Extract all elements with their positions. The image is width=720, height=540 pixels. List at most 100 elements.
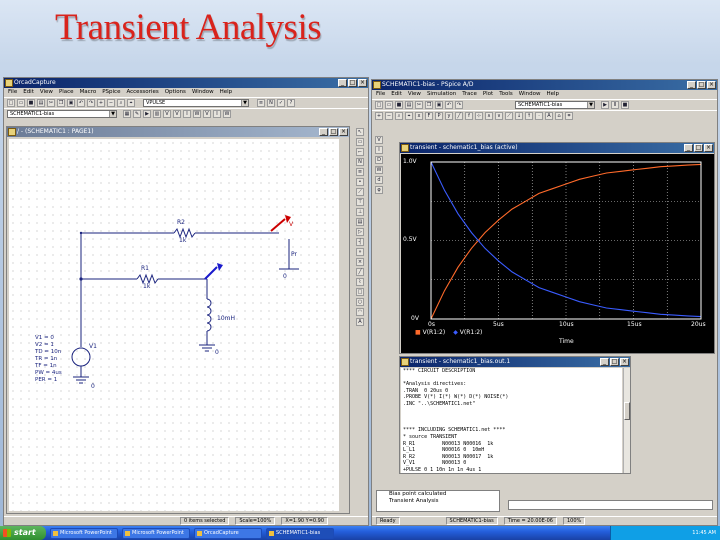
minimize-button[interactable]: _ xyxy=(600,358,609,366)
save-icon[interactable]: ■ xyxy=(27,99,35,107)
maximize-button[interactable]: □ xyxy=(694,144,703,152)
run-icon[interactable]: ▶ xyxy=(601,101,609,109)
part-combo[interactable]: VPULSE ▼ xyxy=(143,99,249,107)
menu-help[interactable]: Help xyxy=(546,90,559,99)
plot-titlebar[interactable]: transient - schematic1_bias (active) _ □… xyxy=(400,143,714,153)
marker-current-icon[interactable]: I xyxy=(375,146,383,154)
marker-diff-icon[interactable]: D xyxy=(375,156,383,164)
undo-icon[interactable]: ↶ xyxy=(445,101,453,109)
menu-place[interactable]: Place xyxy=(59,88,74,97)
print-icon[interactable]: ▤ xyxy=(405,101,413,109)
marker-db-icon[interactable]: d xyxy=(375,176,383,184)
marker-phase-icon[interactable]: φ xyxy=(375,186,383,194)
v1-source-symbol[interactable] xyxy=(71,347,91,367)
place-junction-icon[interactable]: • xyxy=(356,178,364,186)
place-power-icon[interactable]: ⊤ xyxy=(356,198,364,206)
copy-icon[interactable]: ❐ xyxy=(425,101,433,109)
edit-profile-icon[interactable]: ✎ xyxy=(133,110,141,118)
zoom-fit-icon[interactable]: ⌖ xyxy=(405,112,413,120)
place-bus-entry-icon[interactable]: ⟋ xyxy=(356,188,364,196)
marker-power-icon[interactable]: W xyxy=(375,166,383,174)
place-wire-icon[interactable]: ⌐ xyxy=(356,148,364,156)
undo-icon[interactable]: ↶ xyxy=(77,99,85,107)
place-ground-icon[interactable]: ⊥ xyxy=(356,208,364,216)
zoom-area-icon[interactable]: ⌕ xyxy=(395,112,403,120)
place-hier-block-icon[interactable]: ▤ xyxy=(356,218,364,226)
place-line-icon[interactable]: ╱ xyxy=(356,268,364,276)
save-icon[interactable]: ■ xyxy=(395,101,403,109)
schematic-canvas[interactable]: R2 1k R1 1k V1 10mH V Pr 0 0 0 V1 = 0 V2… xyxy=(9,139,339,511)
menu-trace[interactable]: Trace xyxy=(462,90,477,99)
place-polyline-icon[interactable]: ⌇ xyxy=(356,278,364,286)
chevron-down-icon[interactable]: ▼ xyxy=(241,100,248,106)
menu-view[interactable]: View xyxy=(408,90,421,99)
place-rectangle-icon[interactable]: □ xyxy=(356,288,364,296)
close-button[interactable]: × xyxy=(704,144,713,152)
bias-w-icon[interactable]: W xyxy=(223,110,231,118)
menu-edit[interactable]: Edit xyxy=(23,88,34,97)
maximize-button[interactable]: □ xyxy=(697,81,706,89)
zoom-out-icon[interactable]: − xyxy=(385,112,393,120)
voltage-probe-marker-head[interactable] xyxy=(217,263,223,271)
select-icon[interactable]: ↖ xyxy=(356,128,364,136)
scroll-thumb[interactable] xyxy=(624,402,630,420)
log-x-icon[interactable]: x xyxy=(415,112,423,120)
menu-plot[interactable]: Plot xyxy=(483,90,493,99)
capture-titlebar[interactable]: OrcadCapture _ □ × xyxy=(4,78,368,88)
cut-icon[interactable]: ✂ xyxy=(47,99,55,107)
maximize-button[interactable]: □ xyxy=(348,79,357,87)
minimize-button[interactable]: _ xyxy=(319,128,328,136)
bias-v-icon[interactable]: V xyxy=(203,110,211,118)
menu-view[interactable]: View xyxy=(40,88,53,97)
open-icon[interactable]: ▭ xyxy=(385,101,393,109)
cursor-point-icon[interactable]: · xyxy=(535,112,543,120)
minimize-button[interactable]: _ xyxy=(684,144,693,152)
chevron-down-icon[interactable]: ▼ xyxy=(587,102,594,108)
voltage-probe-marker[interactable] xyxy=(270,218,286,232)
taskbar-button[interactable]: OrcadCapture xyxy=(194,527,262,539)
start-button[interactable]: start xyxy=(0,526,46,540)
paste-icon[interactable]: ▣ xyxy=(67,99,75,107)
print-icon[interactable]: ▤ xyxy=(37,99,45,107)
pspice-profile-combo[interactable]: SCHEMATIC1-bias ▼ xyxy=(515,101,595,109)
menu-macro[interactable]: Macro xyxy=(80,88,97,97)
zoom-in-icon[interactable]: + xyxy=(375,112,383,120)
voltage-probe-marker[interactable] xyxy=(204,266,218,280)
place-part-icon[interactable]: ▭ xyxy=(356,138,364,146)
mark-data-icon[interactable]: ⌗ xyxy=(565,112,573,120)
close-button[interactable]: × xyxy=(707,81,716,89)
stop-icon[interactable]: ■ xyxy=(621,101,629,109)
pspice-titlebar[interactable]: SCHEMATIC1-bias - PSpice A/D _ □ × xyxy=(372,80,717,90)
zoom-out-icon[interactable]: − xyxy=(107,99,115,107)
chevron-down-icon[interactable]: ▼ xyxy=(109,111,116,117)
series-line-2[interactable] xyxy=(430,161,702,318)
cursor-icon[interactable]: ⊹ xyxy=(475,112,483,120)
label-text-icon[interactable]: A xyxy=(545,112,553,120)
place-pin-icon[interactable]: ┤ xyxy=(356,238,364,246)
power-marker-icon[interactable]: W xyxy=(193,110,201,118)
menu-options[interactable]: Options xyxy=(165,88,186,97)
voltage-diff-icon[interactable]: V xyxy=(173,110,181,118)
log-y-icon[interactable]: y xyxy=(445,112,453,120)
redo-icon[interactable]: ↷ xyxy=(455,101,463,109)
output-scrollbar[interactable] xyxy=(623,368,630,473)
copy-icon[interactable]: ❐ xyxy=(57,99,65,107)
zoom-all-icon[interactable]: ⌖ xyxy=(127,99,135,107)
place-net-alias-icon[interactable]: N xyxy=(356,158,364,166)
eval-goal-icon[interactable]: f xyxy=(465,112,473,120)
performance-icon[interactable]: P xyxy=(435,112,443,120)
taskbar-button[interactable]: Microsoft PowerPoint xyxy=(122,527,190,539)
close-button[interactable]: × xyxy=(358,79,367,87)
mark-label-icon[interactable]: ⌂ xyxy=(555,112,563,120)
menu-file[interactable]: File xyxy=(376,90,385,99)
taskbar-button[interactable]: Microsoft PowerPoint xyxy=(50,527,118,539)
place-bus-icon[interactable]: ≡ xyxy=(356,168,364,176)
no-connect-icon[interactable]: × xyxy=(356,258,364,266)
menu-simulation[interactable]: Simulation xyxy=(427,90,456,99)
menu-help[interactable]: Help xyxy=(220,88,233,97)
pause-icon[interactable]: Ⅱ xyxy=(611,101,619,109)
menu-pspice[interactable]: PSpice xyxy=(102,88,120,97)
cursor-max-icon[interactable]: ↑ xyxy=(525,112,533,120)
zoom-area-icon[interactable]: ⌕ xyxy=(117,99,125,107)
minimize-button[interactable]: _ xyxy=(687,81,696,89)
